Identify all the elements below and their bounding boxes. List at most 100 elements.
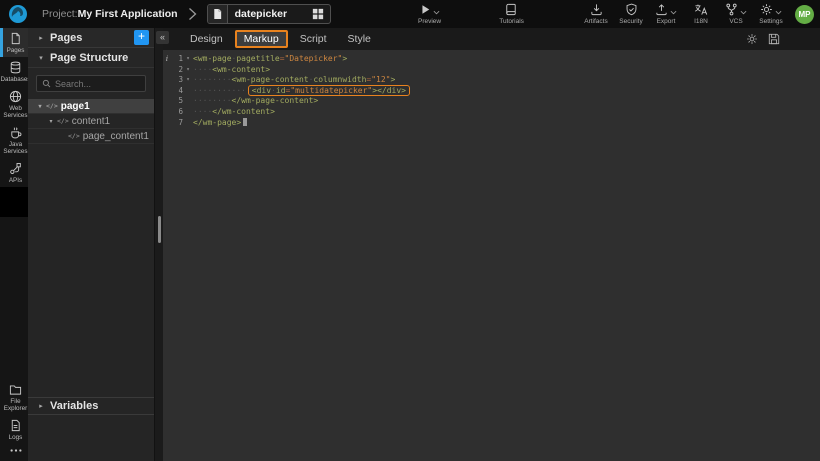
code-line-7[interactable]: 7</wm-page> (163, 118, 820, 129)
page-structure-title: Page Structure (50, 52, 128, 64)
token-tag: <div (252, 86, 271, 95)
folder-icon (9, 383, 22, 396)
sidebar-item-file-explorer[interactable]: File Explorer (0, 379, 28, 415)
security-button[interactable]: Security (616, 0, 646, 28)
panel-bottom-filler (28, 415, 154, 461)
scrollbar-thumb[interactable] (158, 216, 161, 243)
fold-arrow-icon[interactable]: ▾ (183, 54, 193, 65)
widget-code-icon: </> (46, 102, 58, 110)
left-iconbar-top: Pages DatabasesWeb Services Java Services A… (0, 28, 28, 187)
tab-style[interactable]: Style (339, 30, 380, 48)
token-str: "Datepicker" (285, 54, 343, 63)
user-avatar[interactable]: MP (795, 5, 814, 24)
sidebar-item-web-services[interactable]: Web Services (0, 86, 28, 122)
code-line-2[interactable]: 2▾····<wm-content> (163, 65, 820, 76)
token-str: "12" (371, 75, 390, 84)
token-attr: columnwidth (313, 75, 366, 84)
line-number: 5 (171, 96, 183, 107)
chevron-down-icon[interactable] (670, 10, 677, 15)
variables-section-title: Variables (50, 400, 98, 412)
page-file-icon (208, 5, 228, 23)
code-line-6[interactable]: 6····</wm-content> (163, 107, 820, 118)
dots-icon (9, 448, 23, 453)
search-input[interactable] (51, 79, 145, 89)
tree-item-page1[interactable]: ▾</>page1 (28, 99, 154, 114)
wavemaker-studio-window: Project:My First Application datepicker … (0, 0, 820, 461)
iconbar-divider-block (0, 187, 28, 217)
tree-item-content1[interactable]: ▾</>content1 (28, 114, 154, 129)
artifacts-button[interactable]: Artifacts (581, 0, 611, 28)
preview-button[interactable]: Preview (415, 0, 445, 28)
page-structure-header[interactable]: ▾ Page Structure (28, 48, 154, 68)
code-text: ····</wm-content> (193, 107, 275, 118)
editor-tools (746, 33, 820, 45)
topbar-right-actions: Artifacts Security Export I18N VCS Setti… (581, 0, 820, 28)
sidebar-item-apis[interactable]: APIs (0, 158, 28, 187)
token-ws: ············ (193, 86, 251, 95)
tree-item-page-content1[interactable]: </>page_content1 (28, 129, 154, 144)
sidebar-item-label: File Explorer (3, 398, 28, 412)
token-tag: ></div> (372, 86, 406, 95)
i18n-translate-icon (694, 3, 708, 16)
left-iconbar: Pages DatabasesWeb Services Java Services A… (0, 28, 28, 461)
sidebar-item-java-services[interactable]: Java Services (0, 122, 28, 158)
play-icon (419, 3, 431, 16)
tutorials-book-icon (505, 3, 518, 16)
variables-section-header[interactable]: ▸ Variables (28, 397, 154, 415)
expanded-arrow-icon[interactable]: ▾ (37, 54, 45, 62)
code-line-1[interactable]: i1▾<wm-page·pagetitle="Datepicker"> (163, 54, 820, 65)
vcs-button[interactable]: VCS (721, 0, 751, 28)
pages-panel: ▸ Pages + ▾ Page Structure ▾</>page1▾</>… (28, 28, 155, 461)
export-button[interactable]: Export (651, 0, 681, 28)
chevron-down-icon[interactable] (775, 10, 782, 15)
artifacts-download-icon (590, 3, 603, 16)
pages-section-header[interactable]: ▸ Pages + (28, 28, 154, 48)
sidebar-item-label: Logs (9, 434, 23, 441)
sidebar-item-label: Java Services (3, 141, 28, 155)
editor-tabs: DesignMarkupScriptStyle (181, 30, 383, 48)
sidebar-item-more-options[interactable] (0, 444, 28, 461)
code-line-5[interactable]: 5········</wm-page-content> (163, 96, 820, 107)
sidebar-item-pages[interactable]: Pages (0, 28, 28, 57)
collapsed-arrow-icon[interactable]: ▸ (37, 34, 45, 42)
tab-script[interactable]: Script (291, 30, 336, 48)
tree-item-label: page_content1 (83, 131, 149, 142)
line-number: 3 (171, 75, 183, 86)
chevron-down-icon[interactable] (433, 10, 440, 15)
sidebar-item-logs[interactable]: Logs (0, 415, 28, 444)
i18n-label: I18N (694, 18, 708, 25)
tab-design[interactable]: Design (181, 30, 232, 48)
sidebar-item-label: Pages (7, 47, 25, 54)
sidebar-item-databases[interactable]: Databases (0, 57, 28, 86)
collapsed-arrow-icon[interactable]: ▸ (37, 402, 45, 410)
fold-arrow-icon[interactable]: ▾ (183, 75, 193, 86)
editor-area: « DesignMarkupScriptStyle i1▾<wm-page·pa… (155, 28, 820, 461)
project-name: My First Application (78, 8, 178, 20)
save-icon[interactable] (768, 33, 780, 45)
tab-markup[interactable]: Markup (235, 30, 288, 48)
add-page-button[interactable]: + (134, 30, 149, 45)
editor-settings-gear-icon[interactable] (746, 33, 758, 45)
wavemaker-logo-icon[interactable] (8, 4, 28, 24)
code-line-4[interactable]: 4············<div·id="multidatepicker"><… (163, 86, 820, 97)
settings-button[interactable]: Settings (756, 0, 786, 28)
i18n-button[interactable]: I18N (686, 0, 716, 28)
tutorials-button[interactable]: Tutorials (497, 0, 527, 28)
open-page-tab[interactable]: datepicker (207, 4, 331, 24)
expanded-arrow-icon[interactable]: ▾ (47, 118, 55, 125)
line-number: 7 (171, 118, 183, 129)
java-icon (9, 126, 22, 139)
security-shield-icon (625, 3, 638, 16)
left-iconbar-bottom: File Explorer Logs (0, 379, 28, 461)
token-tag: <wm-page-content (232, 75, 309, 84)
token-ws: ···· (193, 107, 212, 116)
chevron-down-icon[interactable] (740, 10, 747, 15)
logs-icon (9, 419, 22, 432)
fold-arrow-icon[interactable]: ▾ (183, 65, 193, 76)
code-editor[interactable]: i1▾<wm-page·pagetitle="Datepicker">2▾···… (163, 50, 820, 461)
expanded-arrow-icon[interactable]: ▾ (36, 103, 44, 110)
tab-grid-icon[interactable] (309, 8, 327, 20)
token-tag: </wm-page-content> (232, 96, 319, 105)
line-number: 1 (171, 54, 183, 65)
collapse-panel-button[interactable]: « (156, 31, 169, 44)
